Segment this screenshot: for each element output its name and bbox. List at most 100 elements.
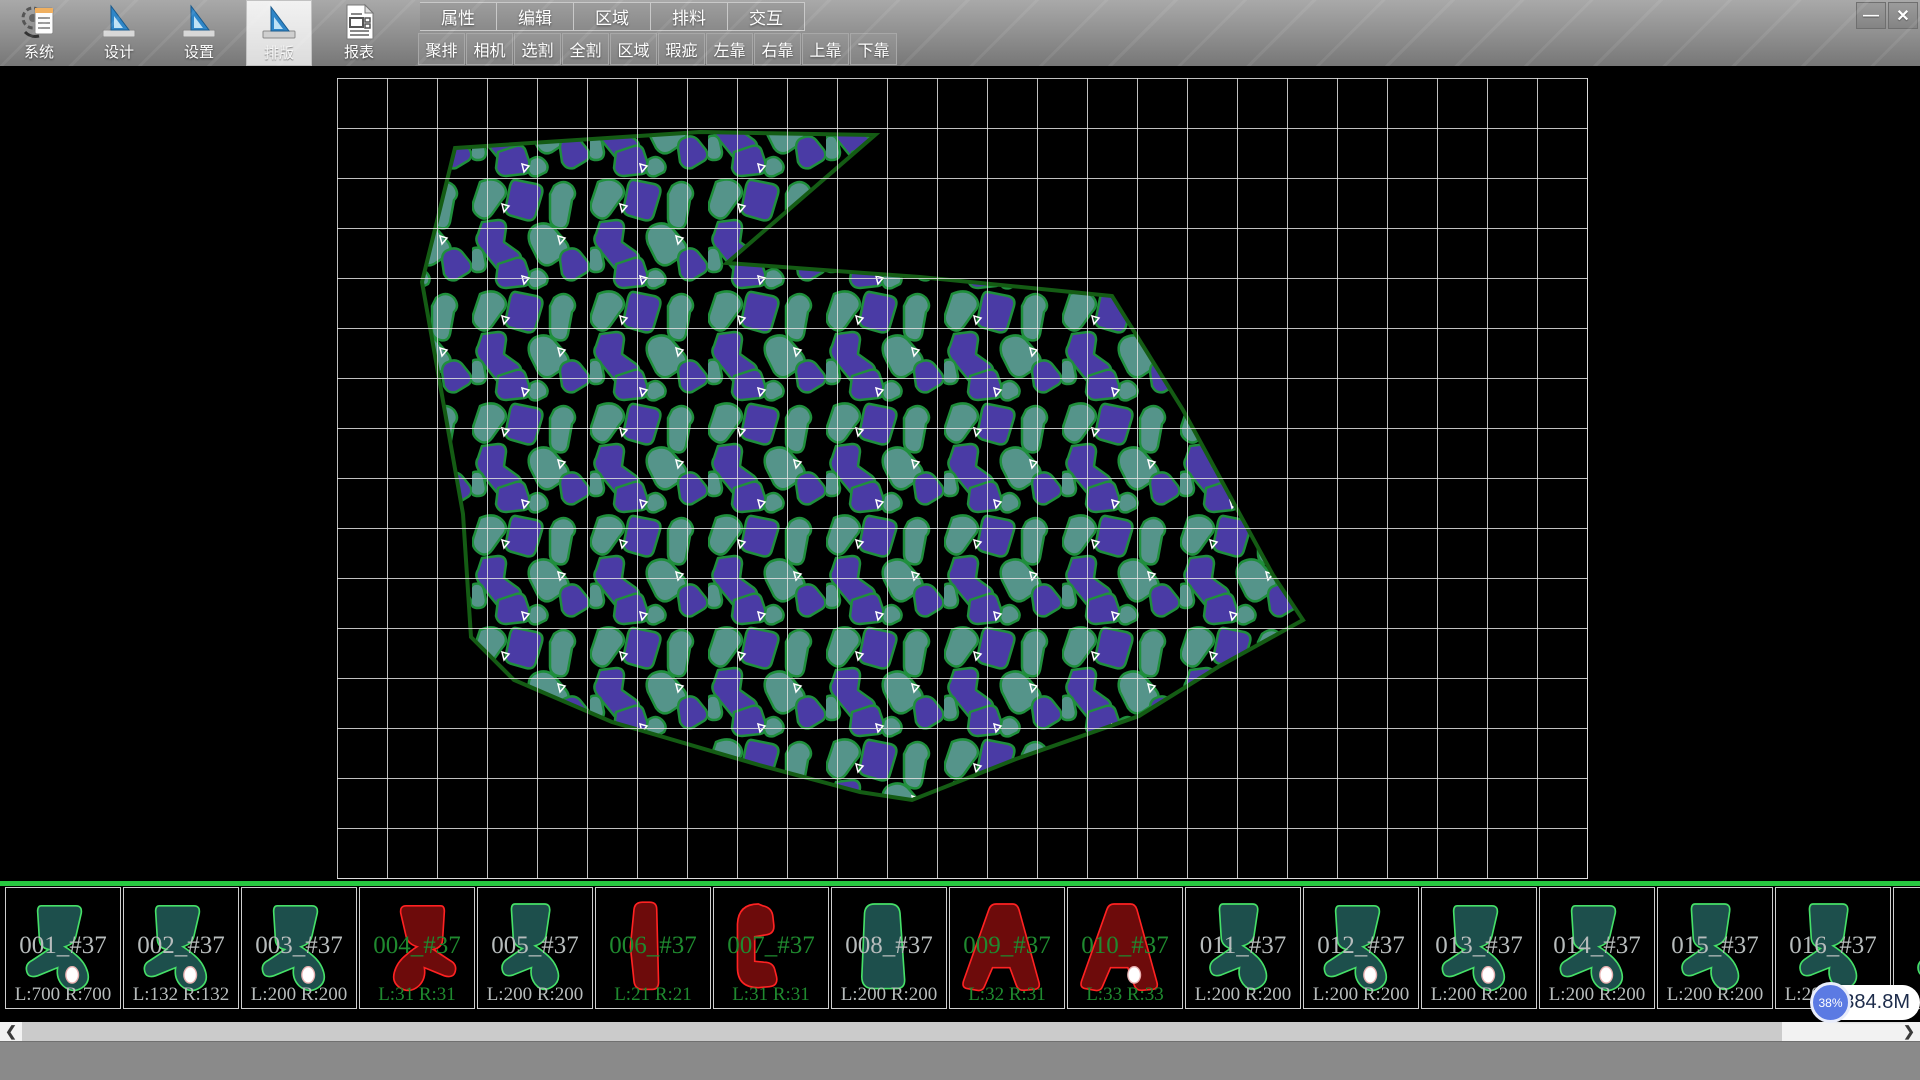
action-button[interactable]: 下靠: [850, 33, 897, 65]
piece-thumbnail[interactable]: 007_#37 L:31 R:31: [713, 887, 829, 1009]
menu-tab[interactable]: 排料: [651, 2, 728, 31]
piece-lr-label: L:21 R:21: [596, 984, 710, 1006]
action-button[interactable]: 上靠: [802, 33, 849, 65]
piece-name-label: 003_#37: [242, 932, 356, 960]
action-button[interactable]: 相机: [466, 33, 513, 65]
piece-name-label: 008_#37: [832, 932, 946, 960]
piece-thumbnail-strip: 001_#37 L:700 R:700 002_#37 L:132 R:132 …: [0, 887, 1920, 1009]
system-button-label: 系统: [24, 44, 54, 62]
action-button-label: 左靠: [713, 37, 745, 61]
piece-name-label: 001_#37: [6, 932, 120, 960]
piece-thumbnail[interactable]: 009_#37 L:32 R:31: [949, 887, 1065, 1009]
action-button-label: 全割: [569, 37, 601, 61]
window-controls: — ✕: [1856, 2, 1918, 29]
scroll-left-arrow[interactable]: ❮: [0, 1022, 22, 1041]
piece-thumbnail[interactable]: 013_#37 L:200 R:200: [1421, 887, 1537, 1009]
piece-name-label: 012_#37: [1304, 932, 1418, 960]
menu-tab-label: 排料: [672, 4, 706, 29]
settings-button[interactable]: 设置: [166, 0, 232, 66]
close-icon: ✕: [1896, 6, 1909, 26]
report-button[interactable]: 报表: [326, 0, 392, 66]
menu-tab[interactable]: 属性: [420, 2, 497, 31]
leather-hide[interactable]: [422, 132, 1303, 800]
piece-name-label: 015_#37: [1658, 932, 1772, 960]
action-button[interactable]: 聚排: [418, 33, 465, 65]
piece-thumbnail[interactable]: 008_#37 L:200 R:200: [831, 887, 947, 1009]
report-button-label: 报表: [344, 44, 374, 62]
action-button[interactable]: 选割: [514, 33, 561, 65]
piece-thumbnail[interactable]: 011_#37 L:200 R:200: [1185, 887, 1301, 1009]
piece-lr-label: L:31 R:31: [714, 984, 828, 1006]
piece-name-label: 016_#37: [1776, 932, 1890, 960]
close-button[interactable]: ✕: [1888, 2, 1918, 29]
action-button-label: 相机: [473, 37, 505, 61]
status-bar: [0, 1041, 1920, 1080]
menu-tab[interactable]: 区域: [574, 2, 651, 31]
action-button-bar: 聚排 相机 选割 全割 区域 瑕疵: [418, 33, 897, 65]
piece-name-label: 007_#37: [714, 932, 828, 960]
piece-lr-label: L:31 R:31: [360, 984, 474, 1006]
minimize-button[interactable]: —: [1856, 2, 1886, 29]
layout-button[interactable]: 排版: [246, 0, 312, 66]
piece-lr-label: L:700 R:700: [6, 984, 120, 1006]
action-button-label: 聚排: [425, 37, 457, 61]
action-button-label: 右靠: [761, 37, 793, 61]
piece-thumbnail[interactable]: 006_#37 L:21 R:21: [595, 887, 711, 1009]
piece-lr-label: L:200 R:200: [1658, 984, 1772, 1006]
piece-thumbnail[interactable]: 005_#37 L:200 R:200: [477, 887, 593, 1009]
design-button[interactable]: 设计: [86, 0, 152, 66]
piece-lr-label: L:32 R:31: [950, 984, 1064, 1006]
piece-name-label: 004_#37: [360, 932, 474, 960]
action-button-label: 下靠: [857, 37, 889, 61]
action-button-label: 瑕疵: [665, 37, 697, 61]
piece-thumbnail[interactable]: 010_#37 L:33 R:33: [1067, 887, 1183, 1009]
menu-tab-label: 交互: [749, 4, 783, 29]
piece-lr-label: L:200 R:200: [1304, 984, 1418, 1006]
action-button[interactable]: 左靠: [706, 33, 753, 65]
piece-name-label: 013_#37: [1422, 932, 1536, 960]
scroll-right-arrow[interactable]: ❯: [1898, 1022, 1920, 1041]
menu-tab-bar: 属性 编辑 区域 排料 交互: [420, 2, 805, 31]
piece-lr-label: L:200 R:200: [242, 984, 356, 1006]
piece-lr-label: L:200 R:200: [478, 984, 592, 1006]
hide-nesting-svg: [0, 66, 1920, 881]
piece-thumbnail[interactable]: 014_#37 L:200 R:200: [1539, 887, 1655, 1009]
system-gear-icon: [19, 2, 59, 44]
action-button-label: 上靠: [809, 37, 841, 61]
piece-thumbnail[interactable]: 003_#37 L:200 R:200: [241, 887, 357, 1009]
percent-circle: 38%: [1810, 982, 1851, 1023]
piece-name-label: 002_#37: [124, 932, 238, 960]
scrollbar-thumb[interactable]: [22, 1022, 1782, 1041]
report-document-icon: [339, 2, 379, 44]
piece-thumbnail[interactable]: 002_#37 L:132 R:132: [123, 887, 239, 1009]
piece-lr-label: L:200 R:200: [1422, 984, 1536, 1006]
action-button[interactable]: 右靠: [754, 33, 801, 65]
main-toolbar: 系统 设计 设置: [0, 0, 1920, 66]
piece-thumbnail[interactable]: 015_#37 L:200 R:200: [1657, 887, 1773, 1009]
nesting-canvas[interactable]: [0, 66, 1920, 881]
settings-ruler-icon: [179, 2, 219, 44]
piece-thumbnail[interactable]: 001_#37 L:700 R:700: [5, 887, 121, 1009]
action-button[interactable]: 全割: [562, 33, 609, 65]
action-button[interactable]: 区域: [610, 33, 657, 65]
main-button-group: 系统 设计 设置: [6, 0, 406, 66]
piece-thumbnail[interactable]: 004_#37 L:31 R:31: [359, 887, 475, 1009]
settings-button-label: 设置: [184, 44, 214, 62]
piece-lr-label: L:200 R:200: [1186, 984, 1300, 1006]
system-button[interactable]: 系统: [6, 0, 72, 66]
piece-lr-label: L:33 R:33: [1068, 984, 1182, 1006]
action-button-label: 区域: [617, 37, 649, 61]
nesting-app-window: 系统 设计 设置: [0, 0, 1920, 1080]
piece-name-label: 005_#37: [478, 932, 592, 960]
menu-tab[interactable]: 编辑: [497, 2, 574, 31]
menu-tab[interactable]: 交互: [728, 2, 805, 31]
piece-thumbnail[interactable]: 012_#37 L:200 R:200: [1303, 887, 1419, 1009]
minimize-icon: —: [1863, 7, 1879, 25]
action-button[interactable]: 瑕疵: [658, 33, 705, 65]
piece-name-label: 006_#37: [596, 932, 710, 960]
piece-name-label: 009_#37: [950, 932, 1064, 960]
menu-tab-label: 区域: [595, 4, 629, 29]
piece-name-label: 010_#37: [1068, 932, 1182, 960]
horizontal-scrollbar[interactable]: ❮ ❯: [0, 1022, 1920, 1041]
piece-lr-label: L:200 R:200: [832, 984, 946, 1006]
